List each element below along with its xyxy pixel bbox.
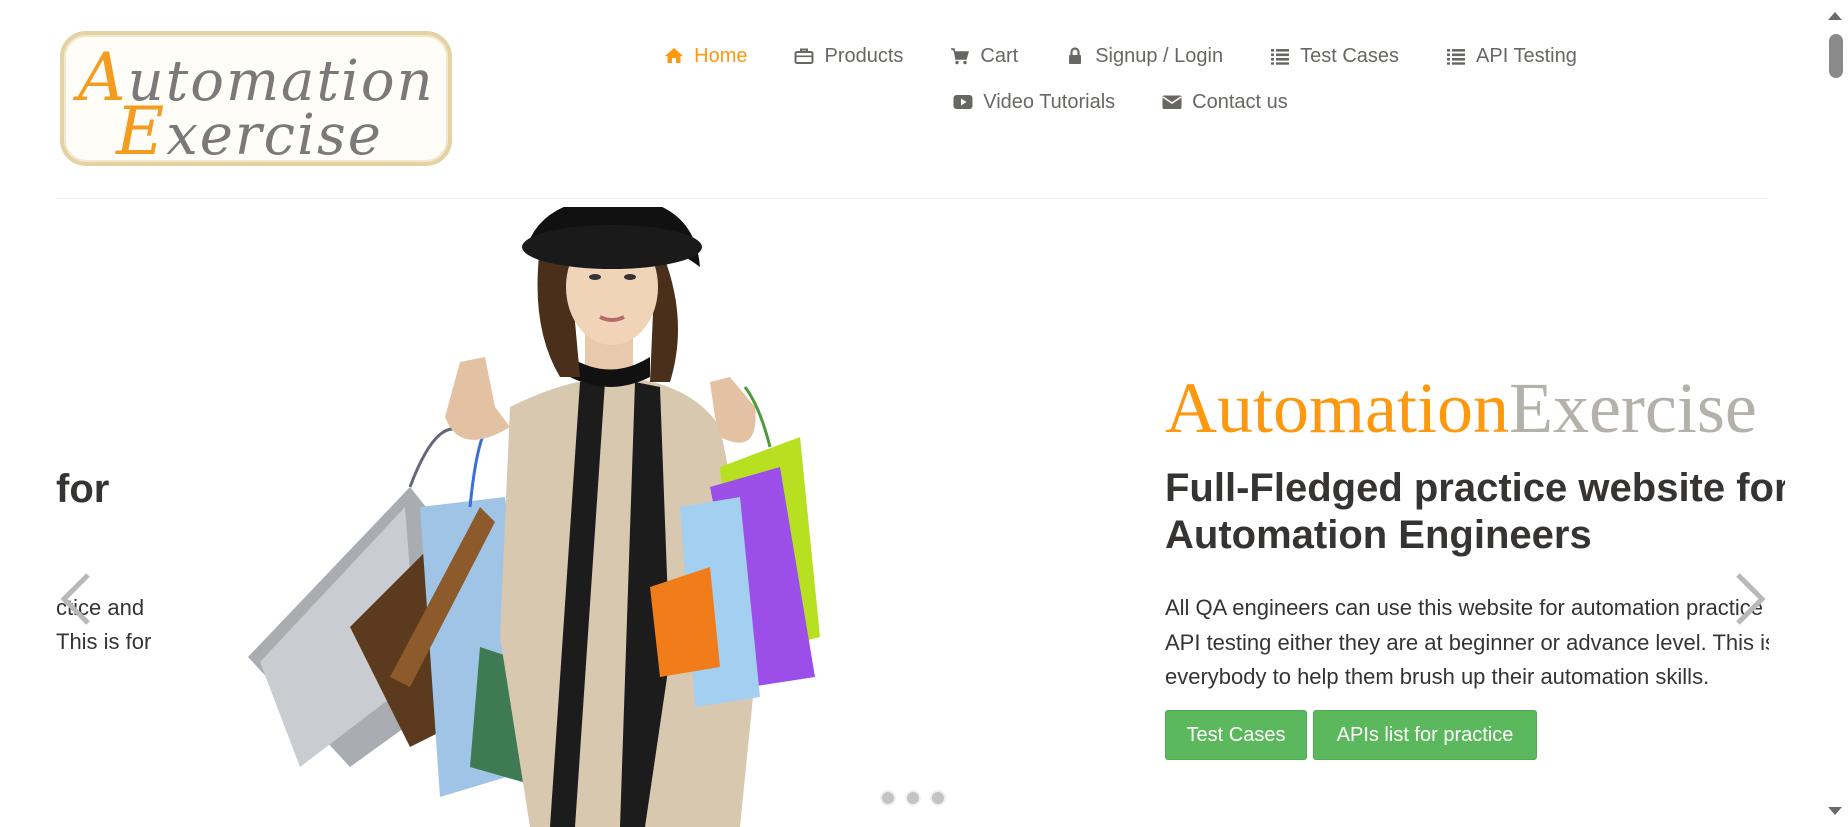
scroll-up-arrow-icon[interactable] [1828,12,1842,20]
carousel-dot-1[interactable] [880,790,896,806]
nav-video-tutorials[interactable]: Video Tutorials [929,86,1138,118]
scroll-down-arrow-icon[interactable] [1828,807,1842,815]
carousel-dot-3[interactable] [930,790,946,806]
carousel-prev-button[interactable] [56,569,96,629]
youtube-play-icon [952,91,974,113]
chevron-left-icon [60,573,90,625]
nav-test-cases[interactable]: Test Cases [1246,40,1422,72]
cart-icon [949,45,971,67]
site-header: Automation Exercise Home Products Cart S… [0,0,1820,198]
carousel-next-button[interactable] [1730,569,1770,629]
apis-list-button[interactable]: APIs list for practice [1313,710,1537,760]
site-logo[interactable]: Automation Exercise [60,31,452,170]
slide-brand-title: AutomationExercise [1165,368,1757,448]
list-icon [1269,45,1291,67]
hero-image-shopping-girl [240,199,962,827]
previous-slide-text-line-2: This is for [56,629,152,654]
nav-home[interactable]: Home [640,40,770,72]
nav-api-testing[interactable]: API Testing [1422,40,1600,72]
vertical-scrollbar[interactable] [1820,0,1848,827]
carousel-dot-2[interactable] [905,790,921,806]
envelope-icon [1161,91,1183,113]
nav-cart[interactable]: Cart [926,40,1041,72]
test-cases-button[interactable]: Test Cases [1165,710,1307,760]
home-icon [663,45,685,67]
slide-description: All QA engineers can use this website fo… [1165,595,1769,689]
main-nav: Home Products Cart Signup / Login Test C… [600,40,1640,118]
scrollbar-thumb[interactable] [1829,34,1843,78]
nav-signup-login[interactable]: Signup / Login [1041,40,1246,72]
nav-products[interactable]: Products [770,40,926,72]
carousel-indicators [880,790,946,806]
chevron-right-icon [1736,573,1766,625]
lock-icon [1064,45,1086,67]
logo-line-2: Exercise [116,93,383,170]
briefcase-icon [793,45,815,67]
nav-contact-us[interactable]: Contact us [1138,86,1311,118]
slide-heading: Full-Fledged practice website for Automa… [1165,466,1785,557]
previous-slide-heading: for [56,467,110,511]
list-icon [1445,45,1467,67]
hero-carousel: for ctice and This is for AutomationExer… [0,199,1820,827]
